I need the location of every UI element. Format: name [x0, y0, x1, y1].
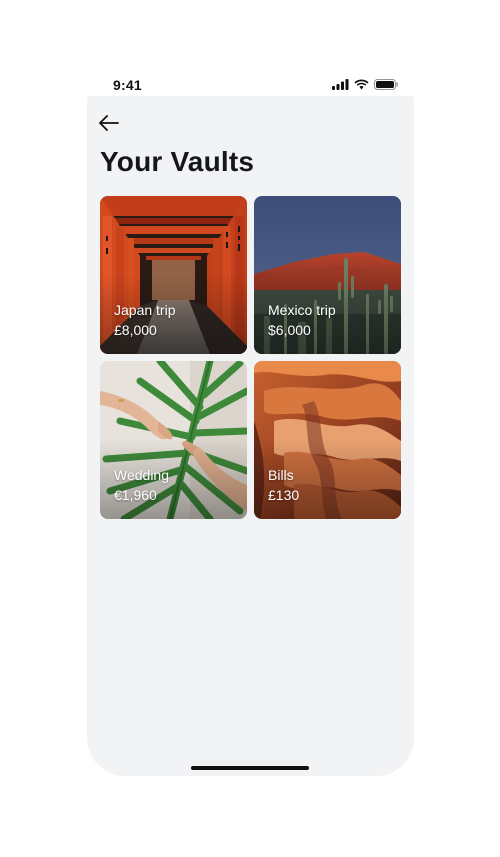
- battery-icon: [374, 79, 398, 90]
- cellular-signal-icon: [332, 79, 349, 90]
- vault-amount: €1,960: [114, 487, 157, 503]
- vault-name: Bills: [268, 467, 294, 483]
- vault-name: Japan trip: [114, 302, 176, 318]
- notch: [158, 68, 343, 94]
- vault-name: Mexico trip: [268, 302, 336, 318]
- vault-amount: £130: [268, 487, 300, 503]
- vault-name: Wedding: [114, 467, 170, 483]
- status-bar: 9:41: [87, 68, 414, 96]
- arrow-left-icon: [99, 115, 119, 131]
- back-button[interactable]: [98, 114, 120, 132]
- vault-amount: £8,000: [114, 322, 157, 338]
- home-indicator[interactable]: [191, 766, 309, 770]
- vault-card-bills[interactable]: Bills £130: [254, 361, 401, 519]
- page-title: Your Vaults: [100, 146, 255, 177]
- wifi-icon: [354, 79, 369, 90]
- status-icons: [332, 79, 398, 90]
- vault-amount: $6,000: [268, 322, 311, 338]
- vault-card-japan-trip[interactable]: Japan trip £8,000: [100, 196, 247, 354]
- vault-card-wedding[interactable]: Wedding €1,960: [100, 361, 247, 519]
- vault-card-mexico-trip[interactable]: Mexico trip $6,000: [254, 196, 401, 354]
- phone-screen: 9:41 Your Vaults Japan trip £8,000 Mexic…: [87, 68, 414, 776]
- status-time: 9:41: [113, 77, 142, 93]
